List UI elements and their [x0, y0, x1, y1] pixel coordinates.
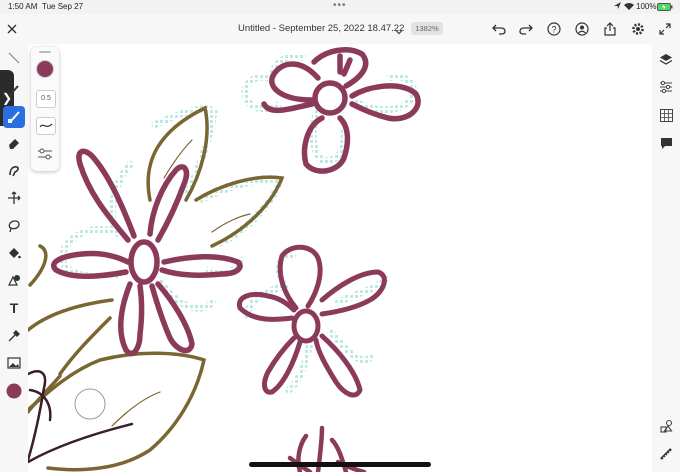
brush-color-swatch[interactable]	[35, 59, 55, 84]
move-tool-icon[interactable]	[3, 187, 25, 209]
assets-icon[interactable]	[656, 416, 676, 436]
selection-tool-icon[interactable]	[3, 47, 25, 69]
battery-percent: 100%	[636, 2, 657, 11]
brush-type-button[interactable]	[36, 117, 56, 135]
brush-settings-icon[interactable]	[37, 147, 53, 165]
panel-drag-handle[interactable]	[39, 51, 51, 53]
properties-icon[interactable]	[656, 77, 676, 97]
right-toolbar	[652, 44, 680, 472]
eraser-icon[interactable]	[3, 132, 25, 154]
svg-text:?: ?	[551, 25, 556, 35]
shapes-tool-icon[interactable]	[3, 269, 25, 291]
gear-icon[interactable]	[628, 19, 648, 39]
document-title[interactable]: Untitled - September 25, 2022 18.47.22	[238, 23, 404, 34]
status-time: 1:50 AM	[8, 2, 38, 11]
battery-icon	[657, 3, 673, 13]
chevron-down-icon[interactable]	[395, 23, 403, 41]
brush-cursor	[74, 388, 106, 420]
zoom-level[interactable]: 1382%	[411, 22, 443, 35]
text-tool-icon[interactable]: T	[3, 297, 25, 319]
image-import-icon[interactable]	[3, 352, 25, 374]
title-bar: Untitled - September 25, 2022 18.47.22 1…	[0, 14, 680, 44]
artwork	[28, 47, 421, 472]
drawing-canvas[interactable]	[28, 44, 652, 472]
comment-icon[interactable]	[656, 133, 676, 153]
ruler-icon[interactable]	[656, 444, 676, 464]
multitask-dots[interactable]: •••	[333, 0, 347, 11]
brush-tool-icon[interactable]	[3, 79, 25, 101]
fullscreen-icon[interactable]	[655, 19, 675, 39]
status-bar: 1:50 AM Tue Sep 27 ••• 100%	[0, 0, 680, 14]
location-icon	[614, 2, 621, 12]
wifi-icon	[624, 2, 634, 12]
smudge-tool-icon[interactable]	[3, 160, 25, 182]
fill-bucket-icon[interactable]	[3, 242, 25, 264]
brush-size-value[interactable]: 0.5	[36, 90, 56, 108]
layers-icon[interactable]	[656, 50, 676, 70]
lasso-tool-icon[interactable]	[3, 215, 25, 237]
undo-icon[interactable]	[489, 19, 509, 39]
brush-settings-panel: 0.5	[31, 47, 59, 171]
status-date: Tue Sep 27	[42, 2, 84, 11]
color-swatch[interactable]	[3, 380, 25, 402]
left-toolbar: ❯ T	[0, 44, 28, 472]
grid-icon[interactable]	[656, 105, 676, 125]
home-indicator[interactable]	[249, 462, 431, 467]
help-icon[interactable]: ?	[544, 19, 564, 39]
close-icon[interactable]	[2, 19, 22, 39]
redo-icon[interactable]	[516, 19, 536, 39]
share-icon[interactable]	[600, 19, 620, 39]
pixel-brush-tool-icon[interactable]	[3, 106, 25, 128]
eyedropper-icon[interactable]	[3, 325, 25, 347]
invite-user-icon[interactable]	[572, 19, 592, 39]
